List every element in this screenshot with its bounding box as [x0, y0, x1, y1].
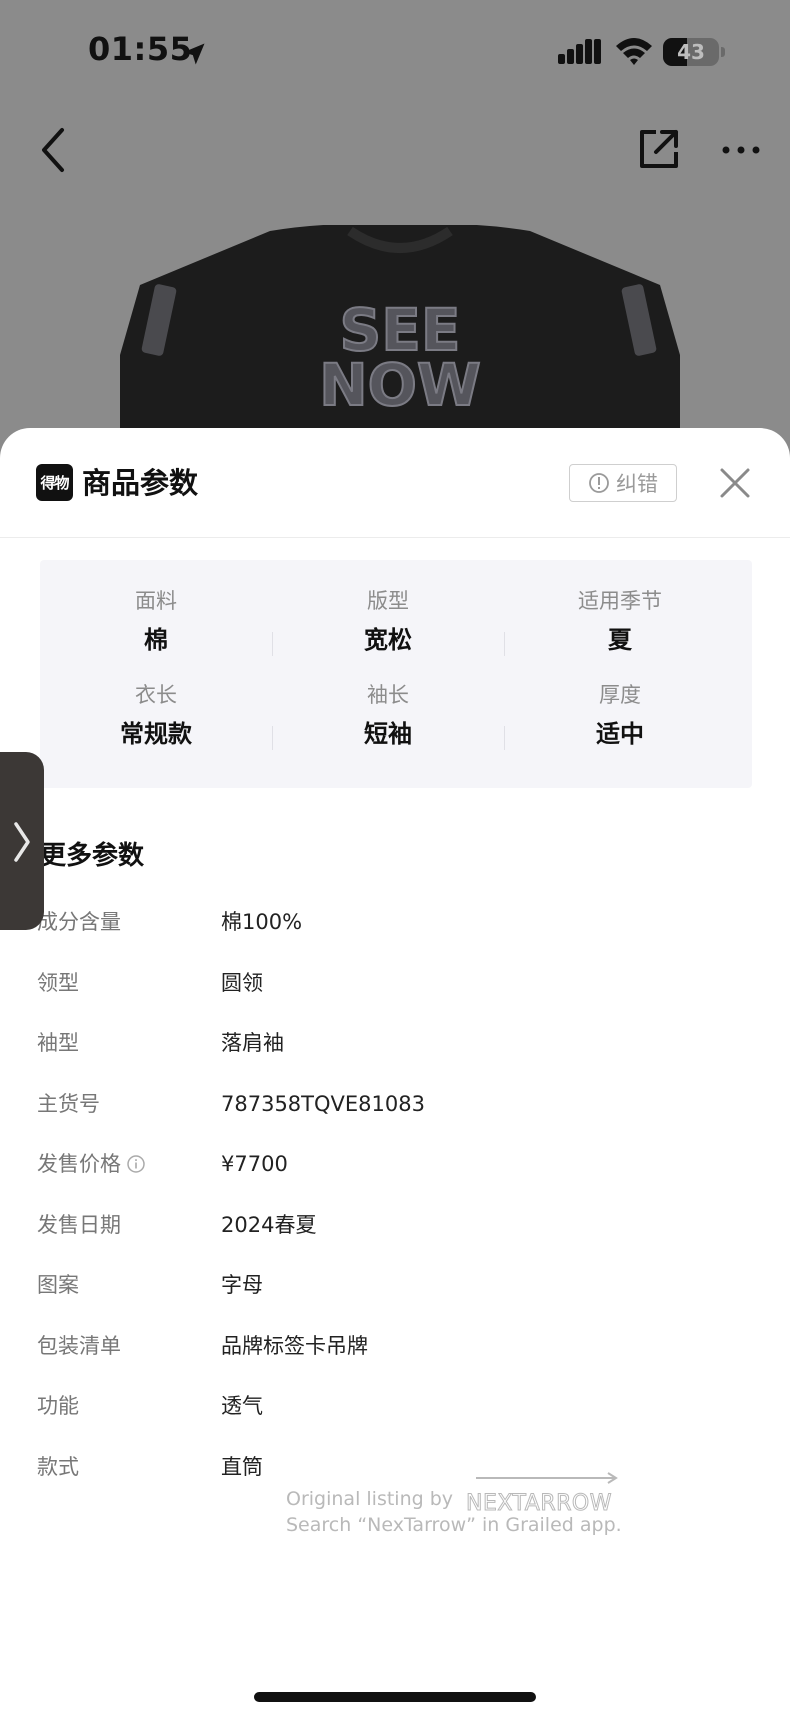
param-row-label: 款式: [37, 1447, 79, 1487]
location-arrow-icon: [183, 43, 205, 65]
param-row-label-text: 图案: [37, 1273, 79, 1297]
param-row-label-text: 主货号: [37, 1092, 100, 1116]
param-row-value: 透气: [221, 1394, 263, 1418]
status-bar: 01:55 43: [0, 0, 790, 110]
param-row-label-text: 袖型: [37, 1031, 79, 1055]
param-row-label: 图案: [37, 1265, 79, 1305]
param-row-label: 主货号: [37, 1084, 100, 1124]
param-row-label-text: 包装清单: [37, 1334, 121, 1358]
key-param-item: 衣长 常规款: [40, 680, 272, 774]
param-row-label: 成分含量: [37, 902, 121, 942]
info-icon[interactable]: [126, 1154, 146, 1174]
key-param-label: 衣长: [135, 683, 177, 707]
battery-cap: [721, 47, 725, 57]
battery-indicator: 43: [663, 38, 719, 66]
brand-logo: 得物: [36, 464, 73, 501]
report-error-label: 纠错: [616, 472, 658, 496]
param-row-value: 787358TQVE81083: [221, 1092, 425, 1116]
param-row-label: 袖型: [37, 1023, 79, 1063]
param-row-value: 字母: [221, 1273, 263, 1297]
print-line2: NOW: [319, 351, 481, 419]
tshirt-image: SEE NOW: [120, 225, 680, 440]
param-row: 主货号 787358TQVE81083: [0, 1084, 790, 1124]
close-icon[interactable]: [718, 466, 752, 500]
product-detail-background: 01:55 43 SEE NOW: [0, 0, 790, 440]
key-param-label: 袖长: [367, 683, 409, 707]
watermark-line2: Search “NexTarrow” in Grailed app.: [286, 1514, 622, 1536]
battery-level: 43: [677, 40, 705, 64]
param-row-label: 功能: [37, 1386, 79, 1426]
watermark-logo-text: NEXTARROW: [466, 1491, 612, 1514]
param-row: 款式 直筒: [0, 1447, 790, 1487]
more-icon[interactable]: [718, 130, 764, 170]
key-param-label: 适用季节: [578, 589, 662, 613]
param-row-value: 直筒: [221, 1455, 263, 1479]
param-row: 图案 字母: [0, 1265, 790, 1305]
key-param-label: 面料: [135, 589, 177, 613]
key-param-label: 版型: [367, 589, 409, 613]
home-indicator: [254, 1692, 536, 1702]
param-row-label-text: 成分含量: [37, 910, 121, 934]
key-param-item: 版型 宽松: [272, 586, 504, 680]
param-row: 成分含量 棉100%: [0, 902, 790, 942]
side-drawer-tab[interactable]: [0, 752, 44, 930]
key-param-value: 棉: [144, 626, 168, 654]
key-param-item: 面料棉: [40, 586, 272, 680]
sheet-title: 商品参数: [82, 466, 199, 500]
param-row-value: 棉100%: [221, 910, 303, 934]
key-param-value: 夏: [608, 626, 632, 654]
param-row-label: 发售价格: [37, 1144, 146, 1184]
param-row-label-text: 发售日期: [37, 1213, 121, 1237]
param-row: 发售价格 ¥7700: [0, 1144, 790, 1184]
chevron-right-icon: [14, 822, 30, 862]
param-row: 发售日期 2024春夏: [0, 1205, 790, 1245]
key-param-item: 袖长 短袖: [272, 680, 504, 774]
watermark-line1: Original listing by: [286, 1488, 454, 1510]
more-params-title: 更多参数: [40, 841, 145, 871]
param-row-label: 包装清单: [37, 1326, 121, 1366]
param-row-label: 领型: [37, 963, 79, 1003]
param-row-value: 圆领: [221, 971, 263, 995]
param-divider: [272, 726, 273, 750]
alert-circle-icon: [589, 473, 609, 493]
key-param-value: 短袖: [364, 720, 412, 748]
key-params-grid: 面料棉版型 宽松 适用季节夏衣长 常规款 袖长 短袖 厚度 适中: [40, 560, 752, 788]
param-row-label-text: 发售价格: [37, 1152, 121, 1176]
cellular-signal-icon: [558, 39, 601, 64]
param-row: 领型 圆领: [0, 963, 790, 1003]
nextarrow-logo: NEXTARROW: [466, 1472, 618, 1514]
status-time: 01:55: [88, 30, 193, 68]
param-row: 袖型 落肩袖: [0, 1023, 790, 1063]
param-row: 功能 透气: [0, 1386, 790, 1426]
key-param-value: 宽松: [364, 626, 412, 654]
key-param-item: 适用季节夏: [504, 586, 736, 680]
param-divider: [272, 632, 273, 656]
param-row-value: ¥7700: [221, 1152, 288, 1176]
wifi-icon: [616, 38, 652, 65]
report-error-button[interactable]: 纠错: [569, 464, 677, 502]
param-row-value: 落肩袖: [221, 1031, 284, 1055]
watermark: Original listing by Search “NexTarrow” i…: [286, 1472, 626, 1546]
sheet-header: 得物 商品参数 纠错: [0, 428, 790, 538]
share-icon[interactable]: [636, 126, 682, 172]
param-row-value: 品牌标签卡吊牌: [221, 1334, 368, 1358]
param-divider: [504, 726, 505, 750]
param-row-value: 2024春夏: [221, 1213, 317, 1237]
param-row-label-text: 功能: [37, 1394, 79, 1418]
param-divider: [504, 632, 505, 656]
param-row-label: 发售日期: [37, 1205, 121, 1245]
chevron-left-icon[interactable]: [34, 122, 74, 178]
product-params-sheet: 得物 商品参数 纠错 面料棉版型 宽松 适用季节夏衣长 常规款 袖长 短袖 厚度 适中 更多参…: [0, 428, 790, 1712]
param-row-label-text: 领型: [37, 971, 79, 995]
key-param-value: 适中: [596, 720, 644, 748]
param-row-label-text: 款式: [37, 1455, 79, 1479]
param-row: 包装清单 品牌标签卡吊牌: [0, 1326, 790, 1366]
key-param-value: 常规款: [120, 720, 192, 748]
key-param-label: 厚度: [599, 683, 641, 707]
key-param-item: 厚度 适中: [504, 680, 736, 774]
